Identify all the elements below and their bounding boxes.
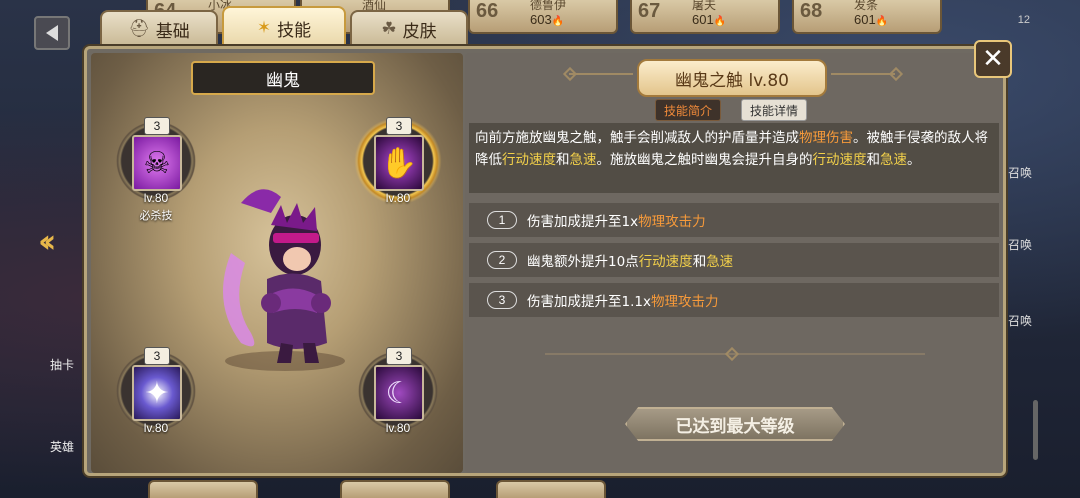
hero-skill-panel: 幽鬼 ☠ 3 lv.80 必杀技 ✋ 3 lv.80 ✦ 3 lv.80 ☾ 3… — [84, 46, 1006, 476]
description-segment: 急速 — [880, 152, 907, 168]
effect-segment: 物理攻击力 — [638, 214, 706, 230]
description-segment: 和 — [866, 152, 881, 168]
skill-level-badge: 3 — [386, 117, 412, 135]
hero-name: 幽鬼 — [191, 61, 375, 95]
skill-level-badge: 3 — [144, 347, 170, 365]
skill-description: 向前方施放幽鬼之触，触手会削减敌人的护盾量并造成物理伤害。被触手侵袭的敌人将降低… — [469, 123, 999, 193]
ghost-skull-icon: ☠ — [132, 135, 182, 191]
star-icon: ✶ — [256, 18, 272, 38]
hero-display-pane: 幽鬼 ☠ 3 lv.80 必杀技 ✋ 3 lv.80 ✦ 3 lv.80 ☾ 3… — [91, 53, 463, 473]
effect-number: 1 — [487, 211, 517, 229]
clover-icon: ☘ — [381, 19, 397, 39]
scrollbar[interactable] — [1033, 400, 1038, 460]
effect-segment: 伤害加成提升至1x — [527, 214, 639, 230]
close-icon: ✕ — [982, 44, 1004, 74]
effect-segment: 幽鬼额外提升10点 — [527, 254, 639, 270]
effect-number: 3 — [487, 291, 517, 309]
skill-level-label: lv.80 — [143, 421, 169, 435]
prev-hero-arrow-icon[interactable]: ‹‹ — [38, 222, 57, 260]
banner-ornament — [888, 66, 904, 82]
tab-basic[interactable]: ⛑ 基础 — [100, 10, 218, 46]
bg-hero-card: 68 发条 601 — [792, 0, 942, 34]
description-segment: 。 — [907, 152, 921, 168]
bg-hero-card: 66 德鲁伊 603 — [468, 0, 618, 34]
hero-portrait — [223, 189, 345, 371]
bg-card-number: 66 — [476, 0, 499, 22]
effect-text: 伤害加成提升至1x物理攻击力 — [527, 210, 706, 230]
bg-card-value: 601 — [692, 12, 726, 27]
helmet-icon: ⛑ — [128, 19, 150, 39]
bg-bottom-card — [496, 480, 606, 498]
description-segment: 急速 — [569, 152, 597, 168]
description-segment: 行动速度 — [812, 152, 867, 168]
banner-ornament — [569, 73, 633, 75]
description-segment: 。施放幽鬼之触时幽鬼会提升自身的 — [596, 152, 813, 168]
banner-ornament — [562, 66, 578, 82]
bg-card-value: 603 — [530, 12, 564, 27]
bg-hero-card: 67 屠夫 601 — [630, 0, 780, 34]
skill-slot-3[interactable]: ✦ 3 lv.80 — [111, 347, 201, 435]
skill-effect-row: 2 幽鬼额外提升10点行动速度和急速 — [469, 243, 999, 277]
bg-side-item: 召唤 — [1008, 314, 1033, 328]
skill-slot-2[interactable]: ✋ 3 lv.80 — [353, 117, 443, 205]
crescent-moon-icon: ☾ — [374, 365, 424, 421]
dagger-burst-icon: ✦ — [132, 365, 182, 421]
tab-label: 皮肤 — [402, 21, 437, 42]
effect-text: 伤害加成提升至1.1x物理攻击力 — [527, 290, 718, 310]
skill-level-label: lv.80 — [143, 191, 169, 205]
max-level-button[interactable]: 已达到最大等级 — [625, 407, 845, 441]
subtab-skill-intro[interactable]: 技能简介 — [655, 99, 722, 121]
subtab-skill-detail[interactable]: 技能详情 — [741, 99, 808, 121]
skill-level-label: lv.80 — [385, 191, 411, 205]
bg-card-number: 68 — [800, 0, 823, 22]
tab-skins[interactable]: ☘ 皮肤 — [350, 10, 468, 46]
skill-level-badge: 3 — [386, 347, 412, 365]
effect-text: 幽鬼额外提升10点行动速度和急速 — [527, 250, 733, 270]
description-segment: 物理伤害 — [799, 130, 853, 146]
skill-title: 幽鬼之触 lv.80 — [637, 59, 827, 97]
bg-bottom-card — [148, 480, 258, 498]
effect-segment: 和 — [692, 254, 707, 270]
effect-segment: 物理攻击力 — [650, 294, 719, 310]
skill-effect-row: 3 伤害加成提升至1.1x物理攻击力 — [469, 283, 999, 317]
skill-slot-1[interactable]: ☠ 3 lv.80 必杀技 — [111, 117, 201, 223]
description-segment: 和 — [556, 152, 570, 168]
bg-counter: 12 — [1017, 14, 1030, 26]
bg-side-item: 英雄 — [50, 440, 75, 454]
back-button[interactable] — [34, 16, 70, 50]
skill-tag: 必杀技 — [139, 209, 173, 222]
skill-effect-row: 1 伤害加成提升至1x物理攻击力 — [469, 203, 999, 237]
tab-skills[interactable]: ✶ 技能 — [222, 6, 346, 48]
banner-ornament — [831, 73, 895, 75]
skill-slot-4[interactable]: ☾ 3 lv.80 — [353, 347, 443, 435]
bg-bottom-card — [340, 480, 450, 498]
effect-segment: 伤害加成提升至1.1x — [527, 294, 651, 310]
divider-ornament — [724, 346, 740, 362]
skill-level-label: lv.80 — [385, 421, 411, 435]
effect-segment: 行动速度 — [638, 254, 693, 270]
tab-label: 技能 — [277, 20, 312, 41]
bg-side-item: 召唤 — [1008, 238, 1033, 252]
bg-card-number: 67 — [638, 0, 661, 22]
bg-side-item: 抽卡 — [50, 358, 75, 372]
description-segment: 行动速度 — [502, 152, 556, 168]
bg-card-value: 601 — [854, 12, 888, 27]
skill-level-badge: 3 — [144, 117, 170, 135]
skill-detail-pane: 幽鬼之触 lv.80 技能简介 技能详情 向前方施放幽鬼之触，触手会削减敌人的护… — [465, 53, 1003, 473]
shadow-hand-icon: ✋ — [374, 135, 424, 191]
tab-label: 基础 — [155, 21, 190, 42]
bg-side-item: 召唤 — [1008, 166, 1033, 180]
close-button[interactable]: ✕ — [974, 40, 1012, 78]
description-segment: 向前方施放幽鬼之触，触手会削减敌人的护盾量并造成 — [475, 130, 799, 146]
effect-number: 2 — [487, 251, 517, 269]
effect-segment: 急速 — [706, 254, 734, 270]
